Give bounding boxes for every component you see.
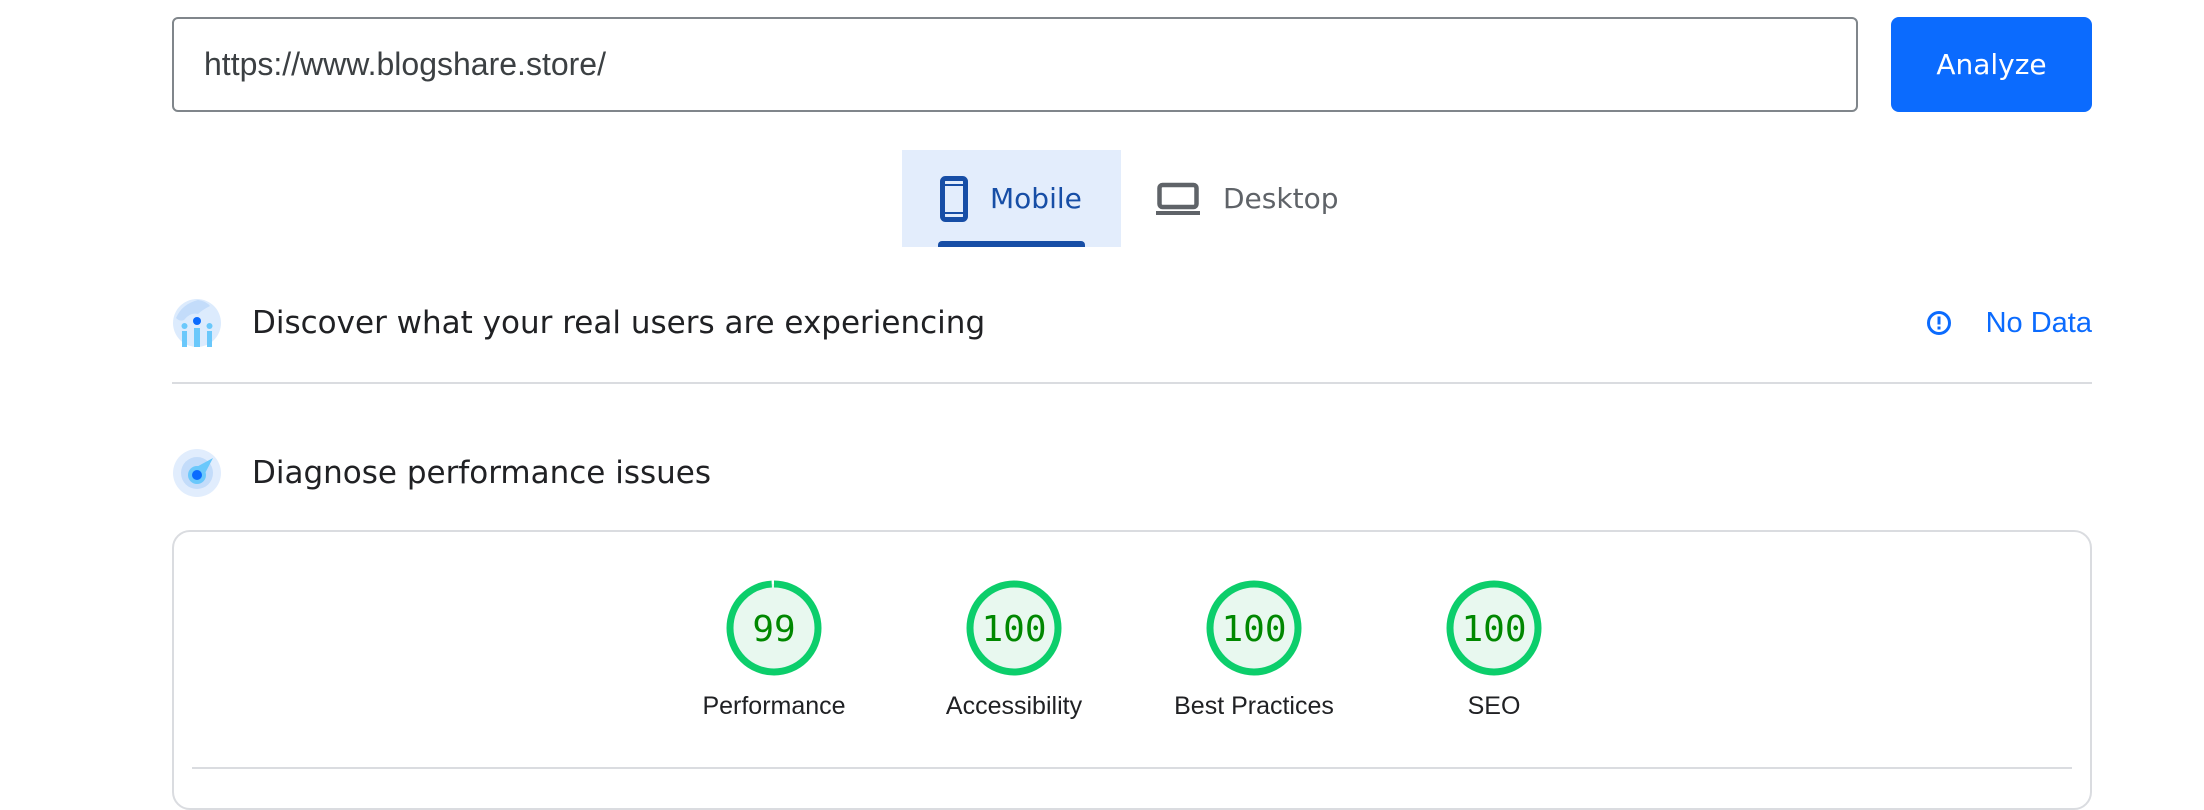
analyze-button[interactable]: Analyze — [1891, 17, 2092, 112]
score-value: 100 — [981, 609, 1046, 650]
score-ring: 100 — [966, 580, 1062, 676]
score-gauge-performance[interactable]: 99 Performance — [674, 578, 874, 721]
score-gauge-seo[interactable]: 100 SEO — [1394, 578, 1594, 721]
section-divider — [172, 382, 2092, 384]
score-ring: 100 — [1206, 580, 1302, 676]
score-gauge-accessibility[interactable]: 100 Accessibility — [914, 578, 1114, 721]
url-input[interactable] — [172, 17, 1858, 112]
laptop-icon — [1155, 182, 1201, 216]
tab-mobile[interactable]: Mobile — [902, 150, 1121, 247]
score-ring: 100 — [1446, 580, 1542, 676]
score-value: 100 — [1221, 609, 1286, 650]
diagnose-section-header: Diagnose performance issues — [172, 448, 2092, 498]
score-ring: 99 — [726, 580, 822, 676]
tab-mobile-label: Mobile — [990, 182, 1082, 215]
real-users-section-header: Discover what your real users are experi… — [172, 298, 2092, 348]
tab-desktop[interactable]: Desktop — [1155, 150, 1355, 247]
score-gauge-best-practices[interactable]: 100 Best Practices — [1154, 578, 1354, 721]
score-value: 100 — [1461, 609, 1526, 650]
score-label: Performance — [702, 692, 846, 720]
real-users-title: Discover what your real users are experi… — [252, 305, 986, 341]
score-value: 99 — [752, 609, 795, 650]
info-icon — [1926, 310, 1952, 336]
tab-desktop-label: Desktop — [1223, 182, 1339, 215]
no-data-label: No Data — [1985, 306, 2092, 339]
tab-selected-indicator — [938, 241, 1085, 247]
scores-card: 99 Performance 100 Accessibility 100 Bes… — [172, 530, 2092, 810]
score-label: Best Practices — [1174, 692, 1334, 720]
no-data-indicator[interactable]: No Data — [1926, 307, 2092, 340]
card-divider — [192, 767, 2072, 769]
real-users-icon — [172, 298, 222, 348]
smartphone-icon — [940, 175, 968, 222]
diagnose-title: Diagnose performance issues — [252, 455, 712, 491]
score-label: Accessibility — [945, 692, 1083, 720]
lighthouse-gauge-icon — [172, 448, 222, 498]
score-label: SEO — [1467, 692, 1521, 720]
